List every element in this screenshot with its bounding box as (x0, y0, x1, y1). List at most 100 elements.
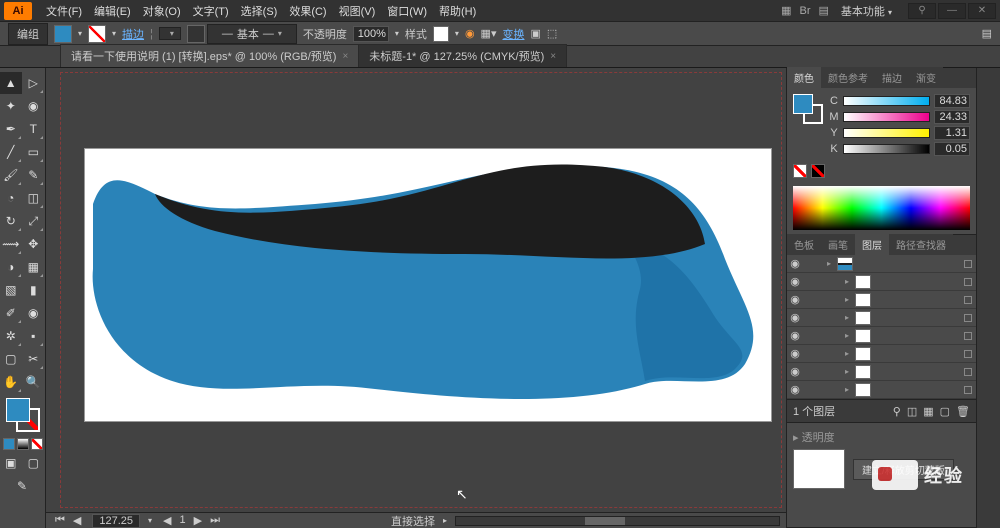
prev-icon[interactable]: ◀ (70, 514, 84, 527)
mesh-tool[interactable]: ▧ (0, 279, 22, 301)
shape-builder-tool[interactable]: ◑ (0, 256, 22, 278)
stroke-swatch[interactable] (88, 25, 106, 43)
opacity-input[interactable] (353, 26, 389, 42)
fill-swatch[interactable] (54, 25, 72, 43)
twirl-icon[interactable]: ▸ (843, 385, 851, 394)
none-swatch-icon[interactable] (793, 164, 807, 178)
panel-menu-icon[interactable]: ▤ (982, 27, 992, 40)
symbol-tool[interactable]: ✲ (0, 325, 22, 347)
twirl-icon[interactable]: ▸ (843, 295, 851, 304)
visibility-icon[interactable]: ◉ (787, 347, 803, 360)
style-swatch[interactable] (433, 26, 449, 42)
graph-tool[interactable]: ▪ (23, 325, 45, 347)
eyedropper-tool[interactable]: ✐ (0, 302, 22, 324)
black-swatch-icon[interactable] (811, 164, 825, 178)
target-icon[interactable] (964, 278, 972, 286)
align-icon[interactable]: ▦▾ (481, 27, 497, 40)
target-icon[interactable] (964, 386, 972, 394)
target-icon[interactable] (964, 296, 972, 304)
visibility-icon[interactable]: ◉ (787, 293, 803, 306)
scale-tool[interactable]: ⤢ (23, 210, 45, 232)
close-tab-icon[interactable]: × (550, 51, 556, 62)
rect-tool[interactable]: ▭ (23, 141, 45, 163)
panel-tab[interactable]: 画笔 (821, 234, 855, 255)
visibility-icon[interactable]: ◉ (787, 383, 803, 396)
menu-O[interactable]: 对象(O) (137, 1, 187, 21)
panel-tab[interactable]: 色板 (787, 234, 821, 255)
search-icon[interactable]: ⚲ (908, 3, 936, 19)
edit-mode-icon[interactable]: ✎ (11, 475, 33, 497)
transform-link[interactable]: 变换 (502, 26, 524, 42)
menu-E[interactable]: 编辑(E) (88, 1, 137, 21)
envelope-icon[interactable]: ⬚ (547, 27, 557, 40)
zoom-tool[interactable]: 🔍 (23, 371, 45, 393)
fill-menu-icon[interactable]: ▾ (78, 29, 82, 38)
target-icon[interactable] (964, 368, 972, 376)
rotate-tool[interactable]: ↻ (0, 210, 22, 232)
menu-T[interactable]: 文字(T) (187, 1, 235, 21)
layer-row[interactable]: ◉▸ (787, 309, 976, 327)
pen-tool[interactable]: ✒ (0, 118, 22, 140)
panel-tab[interactable]: 图层 (855, 234, 889, 255)
menu-H[interactable]: 帮助(H) (433, 1, 482, 21)
isolate-icon[interactable]: ▣ (530, 27, 540, 40)
menu-S[interactable]: 选择(S) (235, 1, 284, 21)
selection-tool[interactable]: ▲ (0, 72, 22, 94)
target-icon[interactable] (964, 350, 972, 358)
stroke-weight[interactable]: ▾ (159, 27, 181, 40)
nav-prev-icon[interactable]: ◀ (160, 514, 174, 527)
target-icon[interactable] (964, 314, 972, 322)
blend-tool[interactable]: ◉ (23, 302, 45, 324)
menu-V[interactable]: 视图(V) (333, 1, 382, 21)
fill-stroke-control[interactable] (6, 398, 40, 432)
channel-value[interactable]: 0.05 (934, 142, 970, 156)
clip-icon[interactable]: ◫ (907, 405, 917, 418)
twirl-icon[interactable]: ▸ (843, 331, 851, 340)
panel-tab[interactable]: 描边 (875, 67, 909, 88)
twirl-icon[interactable]: ▸ (843, 367, 851, 376)
visibility-icon[interactable]: ◉ (787, 329, 803, 342)
new-layer-icon[interactable]: ▢ (940, 405, 950, 418)
channel-value[interactable]: 1.31 (934, 126, 970, 140)
visibility-icon[interactable]: ◉ (787, 311, 803, 324)
none-mode-icon[interactable] (31, 438, 43, 450)
blob-tool[interactable]: ◔ (0, 187, 22, 209)
gradient-mode-icon[interactable] (17, 438, 29, 450)
stroke-menu-icon[interactable]: ▾ (112, 29, 116, 38)
canvas[interactable]: ↖ ⏮◀ 127.25 ▾ ◀1▶⏭ 直接选择 ▸ (46, 68, 786, 528)
h-scrollbar[interactable] (455, 516, 780, 526)
channel-value[interactable]: 24.33 (934, 110, 970, 124)
workspace-switcher[interactable]: 基本功能 ▾ (833, 1, 900, 21)
zoom-field[interactable]: 127.25 (92, 514, 140, 528)
layer-row[interactable]: ◉▸ (787, 273, 976, 291)
doc-icon[interactable]: ▤ (819, 4, 829, 17)
lasso-tool[interactable]: ◉ (23, 95, 45, 117)
menu-C[interactable]: 效果(C) (283, 1, 332, 21)
doc-tab[interactable]: 未标题-1* @ 127.25% (CMYK/预览)× (358, 44, 567, 67)
channel-slider[interactable] (843, 96, 930, 106)
layer-row[interactable]: ◉▸ (787, 291, 976, 309)
panel-tab[interactable]: 颜色参考 (821, 67, 875, 88)
brush-def[interactable] (187, 25, 205, 43)
delete-layer-icon[interactable]: 🗑 (956, 405, 970, 418)
mask-thumb[interactable] (793, 449, 845, 489)
nav-last-icon[interactable]: ⏭ (207, 514, 223, 527)
panel-tab[interactable]: 渐变 (909, 67, 943, 88)
brush-tool[interactable]: 🖌 (0, 164, 22, 186)
layer-row[interactable]: ◉▸ (787, 345, 976, 363)
brush-basic[interactable]: — 基本 —▾ (207, 24, 297, 44)
eraser-tool[interactable]: ◫ (23, 187, 45, 209)
panel-tab[interactable]: 路径查找器 (889, 234, 953, 255)
close-button[interactable]: ✕ (968, 3, 996, 19)
visibility-icon[interactable]: ◉ (787, 257, 803, 270)
free-transform-tool[interactable]: ✥ (23, 233, 45, 255)
screen-mode-full[interactable]: ▢ (23, 452, 45, 474)
color-mode-icon[interactable] (3, 438, 15, 450)
layer-row[interactable]: ◉▸ (787, 327, 976, 345)
new-sublayer-icon[interactable]: ▦ (923, 405, 933, 418)
direct-select-tool[interactable]: ▷ (23, 72, 45, 94)
line-tool[interactable]: ╱ (0, 141, 22, 163)
magic-wand-tool[interactable]: ✦ (0, 95, 22, 117)
twirl-icon[interactable]: ▸ (843, 313, 851, 322)
type-tool[interactable]: T (23, 118, 45, 140)
